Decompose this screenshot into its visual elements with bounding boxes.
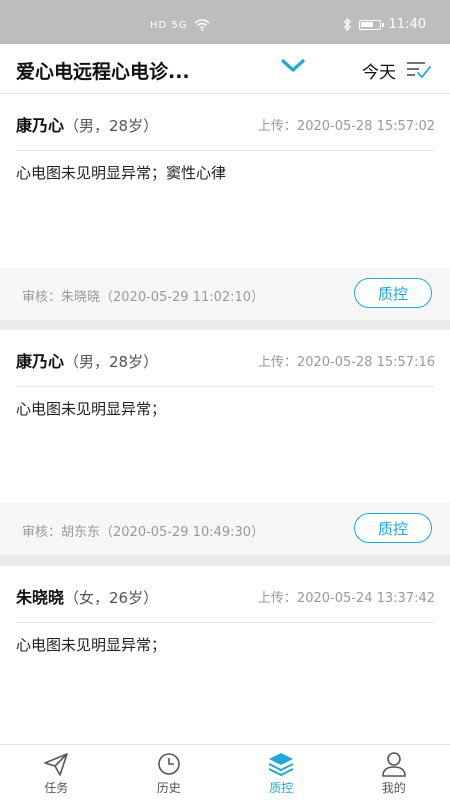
wifi-icon <box>194 19 210 31</box>
divider <box>16 622 434 623</box>
page-title[interactable]: 爱心电远程心电诊... <box>16 57 190 84</box>
review-info: 审核：朱晓晓（2020-05-29 11:02:10） <box>22 290 265 305</box>
patient-meta: （女，26岁） <box>64 589 159 607</box>
record-list[interactable]: 康乃心（男，28岁） 上传：2020-05-28 15:57:02 心电图未见明… <box>0 94 450 744</box>
divider <box>16 150 434 151</box>
tab-label: 任务 <box>44 781 69 795</box>
card-footer: 审核：胡东东（2020-05-29 10:49:30） 质控 <box>0 503 450 555</box>
top-header: 爱心电远程心电诊... 今天 <box>0 44 450 94</box>
date-filter[interactable]: 今天 <box>362 58 396 83</box>
tab-label: 质控 <box>269 781 294 795</box>
clock-icon <box>157 753 180 775</box>
tab-tasks[interactable]: 任务 <box>0 745 113 800</box>
diagnosis-text: 心电图未见明显异常； <box>16 400 167 418</box>
tab-mine[interactable]: 我的 <box>338 745 450 800</box>
patient-name: 康乃心 <box>16 116 65 135</box>
quality-control-button[interactable]: 质控 <box>354 278 432 308</box>
patient-meta: （男，28岁） <box>64 117 159 135</box>
bluetooth-icon <box>343 18 351 31</box>
patient-name: 康乃心 <box>16 352 65 371</box>
upload-time: 上传：2020-05-28 15:57:16 <box>257 355 435 370</box>
diagnosis-text: 心电图未见明显异常；窦性心律 <box>16 164 227 182</box>
record-card[interactable]: 康乃心（男，28岁） 上传：2020-05-28 15:57:16 心电图未见明… <box>0 330 450 555</box>
send-icon <box>44 753 69 776</box>
review-info: 审核：胡东东（2020-05-29 10:49:30） <box>22 525 265 540</box>
tab-label: 我的 <box>381 781 406 795</box>
patient-meta: （男，28岁） <box>64 353 159 371</box>
status-bar: HD 5G 11:40 <box>0 0 450 44</box>
network-indicator: HD 5G <box>150 19 210 31</box>
filter-list-icon[interactable] <box>406 58 432 80</box>
tab-history[interactable]: 历史 <box>113 745 226 800</box>
record-card[interactable]: 朱晓晓（女，26岁） 上传：2020-05-24 13:37:42 心电图未见明… <box>0 566 450 744</box>
record-card[interactable]: 康乃心（男，28岁） 上传：2020-05-28 15:57:02 心电图未见明… <box>0 94 450 320</box>
quality-control-button[interactable]: 质控 <box>354 513 432 543</box>
tab-quality-control[interactable]: 质控 <box>225 745 338 800</box>
upload-time: 上传：2020-05-24 13:37:42 <box>257 591 435 606</box>
chevron-down-icon[interactable] <box>279 54 307 78</box>
card-footer: 审核：朱晓晓（2020-05-29 11:02:10） 质控 <box>0 268 450 320</box>
user-icon <box>381 752 406 777</box>
bottom-tab-bar: 任务 历史 质控 我的 <box>0 744 450 800</box>
divider <box>16 386 434 387</box>
patient-name: 朱晓晓 <box>16 588 65 607</box>
clock-time: 11:40 <box>388 17 426 32</box>
upload-time: 上传：2020-05-28 15:57:02 <box>257 119 435 134</box>
tab-label: 历史 <box>156 781 181 795</box>
diagnosis-text: 心电图未见明显异常； <box>16 636 167 654</box>
network-text: HD 5G <box>150 19 188 31</box>
layers-icon <box>268 753 294 777</box>
battery-icon <box>358 19 384 30</box>
